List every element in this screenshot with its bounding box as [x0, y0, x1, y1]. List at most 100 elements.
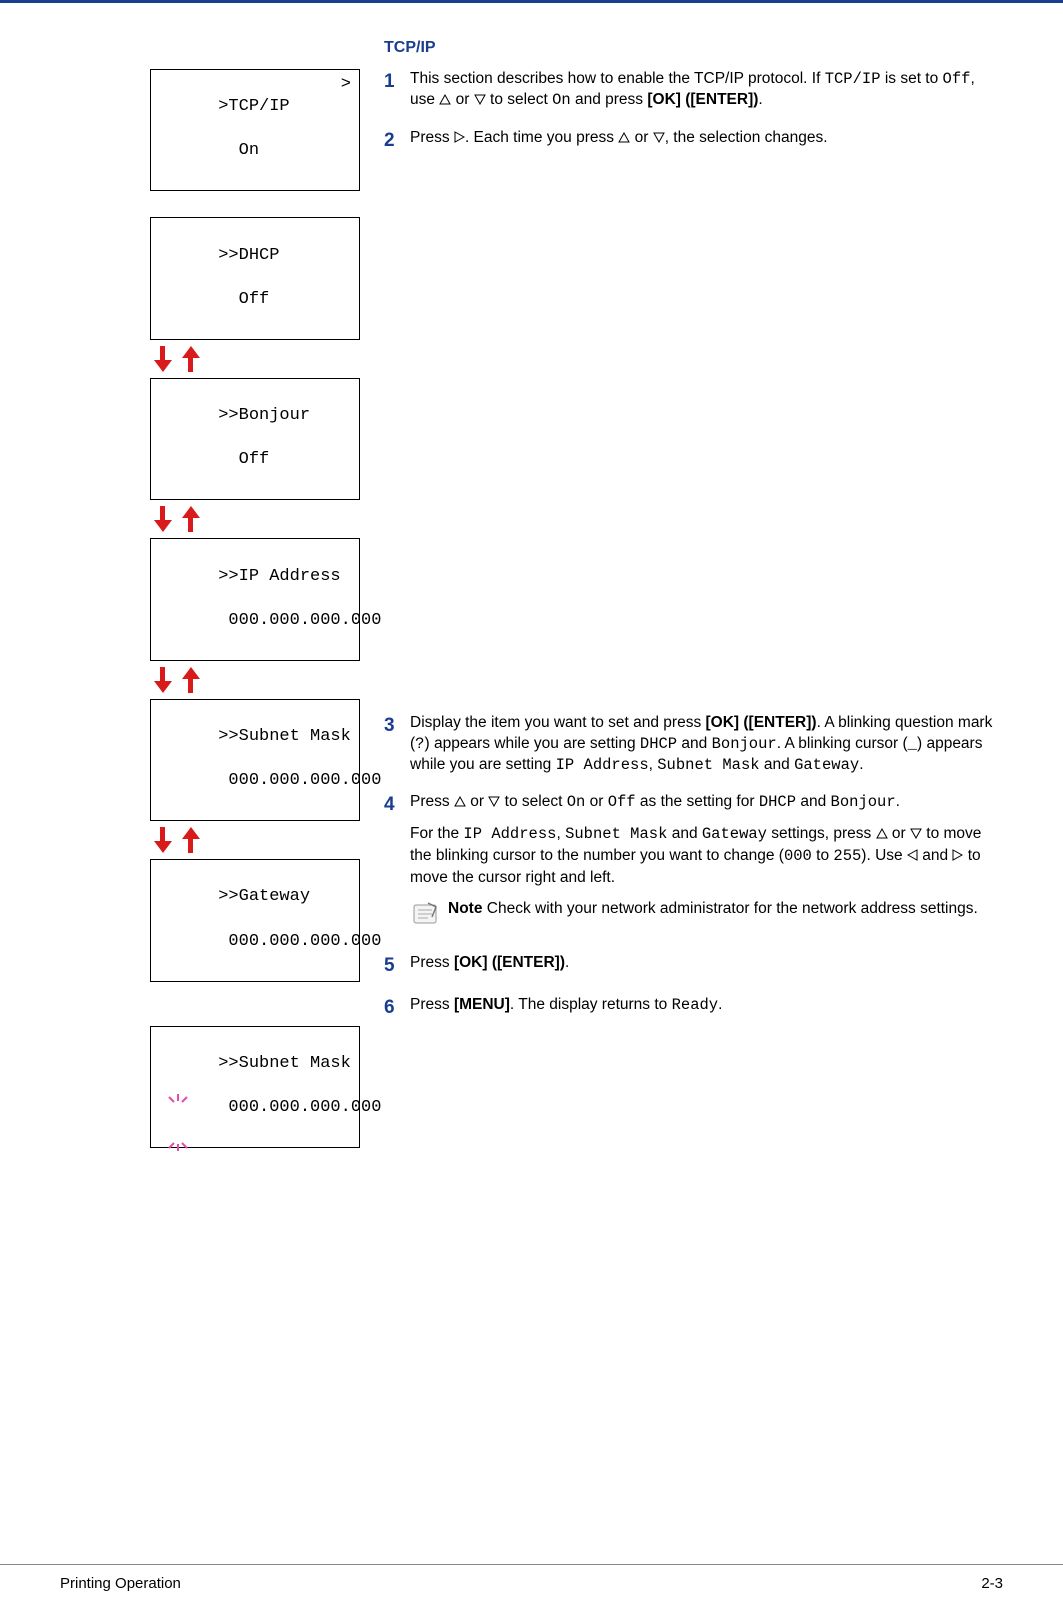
- step-body: This section describes how to enable the…: [410, 69, 1003, 112]
- lcd-tcpip: >TCP/IP > On: [150, 69, 360, 191]
- text: This section describes how to enable the…: [410, 70, 825, 87]
- text: , the selection changes.: [665, 129, 828, 146]
- arrow-down-icon: [154, 346, 172, 372]
- code: 255: [833, 847, 861, 865]
- triangle-down-icon: [488, 793, 500, 814]
- text: as the setting for: [636, 793, 759, 810]
- text: . Each time you press: [465, 129, 618, 146]
- triangle-up-icon: [454, 793, 466, 814]
- nav-arrows: [150, 825, 360, 855]
- text: Press: [410, 996, 454, 1013]
- step-3: 3 Display the item you want to set and p…: [384, 713, 1003, 776]
- text: to select: [486, 91, 552, 108]
- triangle-up-icon: [876, 825, 888, 846]
- footer-left: Printing Operation: [60, 1575, 181, 1592]
- arrow-up-icon: [182, 827, 200, 853]
- blinking-cursor-icon: [168, 1142, 198, 1158]
- arrow-down-icon: [154, 667, 172, 693]
- code: Ready: [672, 996, 719, 1014]
- chevron-right-icon: >: [341, 74, 351, 96]
- text: or: [630, 129, 652, 146]
- lcd-line: 000.000.000.000: [218, 932, 381, 951]
- step-body: Press [OK] ([ENTER]).: [410, 953, 1003, 974]
- text: Press: [410, 954, 454, 971]
- lcd-line: On: [218, 141, 259, 160]
- step-body: Press [MENU]. The display returns to Rea…: [410, 995, 1003, 1016]
- step-body: Press or to select On or Off as the sett…: [410, 792, 1003, 929]
- text: and: [796, 793, 830, 810]
- text: and: [760, 756, 794, 773]
- arrow-down-icon: [154, 827, 172, 853]
- page-footer: Printing Operation 2-3: [0, 1564, 1063, 1612]
- key-label: [OK] ([ENTER]): [706, 714, 817, 731]
- code: DHCP: [640, 735, 677, 753]
- text: ) appears while you are setting: [424, 735, 639, 752]
- step-number: 3: [384, 713, 410, 739]
- step-body: Display the item you want to set and pre…: [410, 713, 1003, 776]
- code: 000: [784, 847, 812, 865]
- lcd-line: Off: [218, 450, 269, 469]
- code: Subnet Mask: [565, 825, 667, 843]
- text: is set to: [881, 70, 943, 87]
- footer-right: 2-3: [981, 1575, 1003, 1592]
- lcd-line: >>IP Address: [218, 567, 340, 586]
- step-4: 4 Press or to select On or Off as the se…: [384, 792, 1003, 929]
- key-label: [OK] ([ENTER]): [454, 954, 565, 971]
- section-title: TCP/IP: [384, 39, 1003, 57]
- lcd-column: >TCP/IP > On >>DHCP Off >>Bonjour Off: [150, 39, 360, 1164]
- text: to: [812, 847, 834, 864]
- text: .: [859, 756, 863, 773]
- text: and: [677, 735, 711, 752]
- lcd-line: Off: [218, 290, 269, 309]
- lcd-subnet-mask: >>Subnet Mask 000.000.000.000: [150, 699, 360, 821]
- arrow-up-icon: [182, 667, 200, 693]
- lcd-line: >>DHCP: [218, 246, 279, 265]
- code: On: [552, 91, 571, 109]
- lcd-dhcp: >>DHCP Off: [150, 217, 360, 339]
- code: Bonjour: [712, 735, 777, 753]
- text: . A blinking cursor (: [777, 735, 908, 752]
- step-6: 6 Press [MENU]. The display returns to R…: [384, 995, 1003, 1021]
- code: On: [567, 793, 586, 811]
- triangle-down-icon: [474, 91, 486, 112]
- text: .: [718, 996, 722, 1013]
- triangle-up-icon: [439, 91, 451, 112]
- step-1: 1 This section describes how to enable t…: [384, 69, 1003, 112]
- lcd-line: >TCP/IP: [218, 97, 289, 116]
- code: _: [908, 735, 917, 753]
- step-number: 4: [384, 792, 410, 818]
- triangle-up-icon: [618, 129, 630, 150]
- step-number: 5: [384, 953, 410, 979]
- arrow-up-icon: [182, 506, 200, 532]
- nav-arrows: [150, 344, 360, 374]
- nav-arrows: [150, 504, 360, 534]
- text: . The display returns to: [510, 996, 672, 1013]
- text: or: [585, 793, 607, 810]
- step-body: Press . Each time you press or , the sel…: [410, 128, 1003, 150]
- lcd-line: 000.000.000.000: [218, 611, 381, 630]
- note-text: Check with your network administrator fo…: [482, 900, 977, 917]
- text: Display the item you want to set and pre…: [410, 714, 706, 731]
- nav-arrows: [150, 665, 360, 695]
- code: Off: [943, 70, 971, 88]
- text: .: [758, 91, 762, 108]
- code: IP Address: [556, 756, 649, 774]
- text: and: [918, 847, 952, 864]
- arrow-up-icon: [182, 346, 200, 372]
- arrow-down-icon: [154, 506, 172, 532]
- text: .: [896, 793, 900, 810]
- lcd-line: 000.000.000.000: [218, 771, 381, 790]
- text: .: [565, 954, 569, 971]
- lcd-bonjour: >>Bonjour Off: [150, 378, 360, 500]
- lcd-line: >>Subnet Mask: [218, 1054, 351, 1073]
- note-label: Note: [448, 900, 482, 917]
- step-number: 6: [384, 995, 410, 1021]
- key-label: [OK] ([ENTER]): [647, 91, 758, 108]
- lcd-line: >>Subnet Mask: [218, 727, 351, 746]
- note-icon: [410, 899, 440, 929]
- step-2: 2 Press . Each time you press or , the s…: [384, 128, 1003, 154]
- text: ). Use: [861, 847, 907, 864]
- code: Bonjour: [831, 793, 896, 811]
- text: or: [451, 91, 473, 108]
- code: Subnet Mask: [657, 756, 759, 774]
